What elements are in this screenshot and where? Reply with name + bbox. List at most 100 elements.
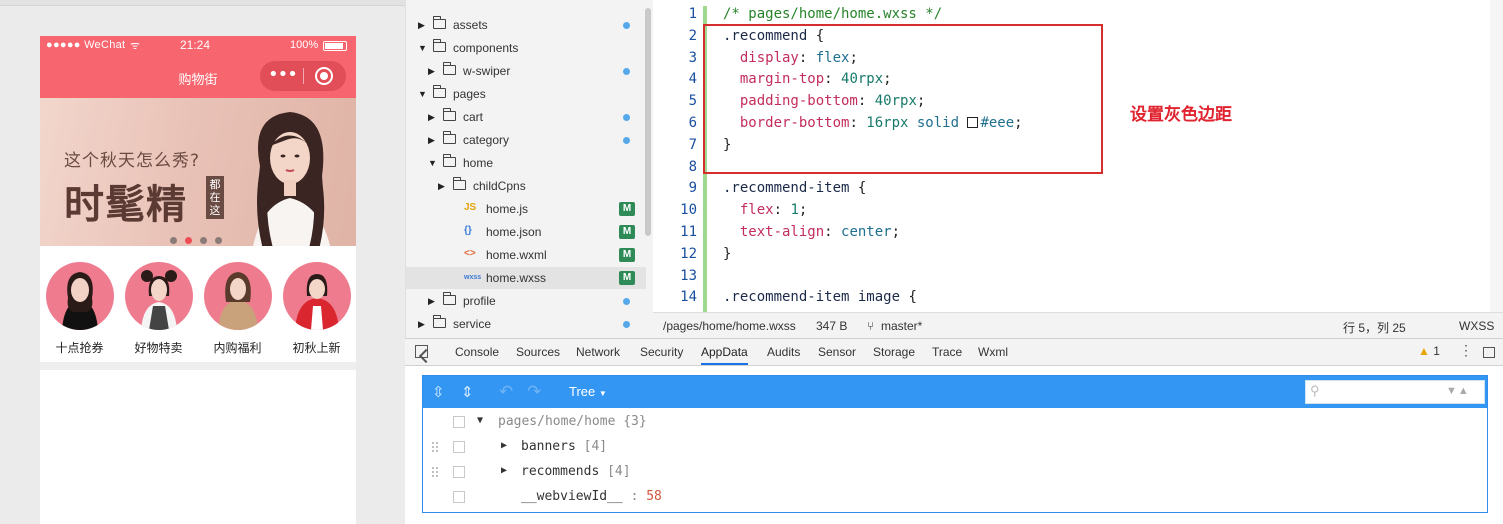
data-value[interactable]: 58 [646, 489, 662, 504]
row-checkbox[interactable] [453, 466, 465, 478]
recommend-avatar[interactable] [282, 262, 351, 330]
root-key: pages/home/home [498, 414, 616, 429]
code-line[interactable]: 11 text-align: center; [653, 224, 1483, 246]
folder-item[interactable]: ▼ home [406, 152, 646, 174]
code-token: .recommend-item [723, 180, 858, 197]
code-token: { [908, 289, 917, 306]
tab-console[interactable]: Console [455, 345, 499, 359]
search-nav-arrows[interactable]: ▼▲ [1446, 385, 1470, 397]
banner-dot-active[interactable] [185, 237, 192, 244]
warning-icon: ▲ [1418, 344, 1430, 358]
expand-toggle-icon[interactable]: ▼ [477, 415, 483, 426]
tree-row[interactable]: __webviewId__ : 58 [423, 485, 1487, 510]
code-line[interactable]: 12} [653, 246, 1483, 268]
folder-item[interactable]: ▶ childCpns [406, 175, 646, 197]
line-number: 12 [680, 245, 697, 262]
language-mode[interactable]: WXSS [1459, 319, 1494, 333]
folder-item[interactable]: ▼ components [406, 37, 646, 59]
chevron-right-icon[interactable]: ▶ [428, 112, 435, 123]
drag-handle-icon[interactable] [431, 466, 439, 478]
tab-wxml[interactable]: Wxml [978, 345, 1008, 359]
inspect-element-icon[interactable] [415, 345, 428, 358]
tab-trace[interactable]: Trace [932, 345, 962, 359]
file-item[interactable]: {} home.json M [406, 221, 646, 243]
row-checkbox[interactable] [453, 416, 465, 428]
recommend-item[interactable]: 好物特卖 [119, 262, 198, 356]
recommend-item[interactable]: 内购福利 [198, 262, 277, 356]
appdata-toolbar: ⇳ ⇕ ↶ ↷ Tree ▼ ⚲ ▼▲ [423, 376, 1487, 408]
chevron-down-icon[interactable]: ▼ [418, 43, 427, 53]
more-icon[interactable]: ••• [268, 64, 298, 85]
tab-audits[interactable]: Audits [767, 345, 800, 359]
code-line[interactable]: 9 .recommend-item { [653, 180, 1483, 202]
code-line[interactable]: 10 flex: 1; [653, 202, 1483, 224]
chevron-right-icon[interactable]: ▶ [428, 135, 435, 146]
tab-storage[interactable]: Storage [873, 345, 915, 359]
folder-item[interactable]: ▶ service [406, 313, 646, 335]
file-tree-scrollbar[interactable] [645, 8, 651, 236]
banner-swiper[interactable]: 这个秋天怎么秀? 时髦精 都在这 [40, 98, 356, 246]
folder-item[interactable]: ▶ cart [406, 106, 646, 128]
chevron-down-icon[interactable]: ▼ [418, 89, 427, 99]
banner-indicator [170, 229, 230, 246]
code-line[interactable]: 13 [653, 268, 1483, 290]
view-mode-dropdown[interactable]: Tree ▼ [569, 384, 607, 399]
file-item[interactable]: JS home.js M [406, 198, 646, 220]
recommend-avatar[interactable] [124, 262, 193, 330]
redo-icon[interactable]: ↷ [527, 382, 541, 402]
tab-network[interactable]: Network [576, 345, 620, 359]
recommend-item[interactable]: 十点抢券 [40, 262, 119, 356]
warning-counter[interactable]: ▲ 1 [1418, 344, 1440, 358]
row-checkbox[interactable] [453, 491, 465, 503]
banner-dot[interactable] [200, 237, 207, 244]
expand-all-icon[interactable]: ⇕ [461, 383, 474, 401]
tree-row[interactable]: ▶ recommends [4] [423, 460, 1487, 485]
folder-item[interactable]: ▼ pages [406, 83, 646, 105]
tree-row[interactable]: ▶ banners [4] [423, 435, 1487, 460]
chevron-right-icon[interactable]: ▶ [428, 296, 435, 307]
chevron-down-icon[interactable]: ▼ [428, 158, 437, 168]
recommend-label: 内购福利 [213, 341, 262, 355]
file-type-icon: <> [464, 248, 476, 259]
recommend-item[interactable]: 初秋上新 [277, 262, 356, 356]
chevron-right-icon[interactable]: ▶ [418, 319, 425, 330]
file-item[interactable]: wxss home.wxss M [406, 267, 646, 289]
capsule-menu[interactable]: ••• [260, 61, 346, 91]
folder-item[interactable]: ▶ category [406, 129, 646, 151]
file-item[interactable]: <> home.wxml M [406, 244, 646, 266]
data-key: recommends [521, 464, 600, 479]
tab-sensor[interactable]: Sensor [818, 345, 856, 359]
modified-dot [623, 68, 630, 75]
tree-row[interactable]: ▼ pages/home/home {3} [423, 410, 1487, 435]
expand-toggle-icon[interactable]: ▶ [501, 440, 507, 451]
editor-scrollbar[interactable] [1490, 0, 1503, 312]
tab-appdata[interactable]: AppData [701, 345, 748, 365]
expand-toggle-icon[interactable]: ▶ [501, 465, 507, 476]
code-token: : [824, 224, 842, 240]
recommend-avatar[interactable] [45, 262, 114, 330]
tab-security[interactable]: Security [640, 345, 683, 359]
tab-sources[interactable]: Sources [516, 345, 560, 359]
banner-dot[interactable] [170, 237, 177, 244]
drag-handle-icon[interactable] [431, 441, 439, 453]
chevron-right-icon[interactable]: ▶ [418, 20, 425, 31]
undo-icon[interactable]: ↶ [499, 382, 513, 402]
git-branch[interactable]: master* [881, 319, 922, 333]
chevron-right-icon[interactable]: ▶ [438, 181, 445, 192]
row-checkbox[interactable] [453, 441, 465, 453]
cursor-position[interactable]: 行 5，列 25 [1343, 319, 1406, 336]
banner-dot[interactable] [215, 237, 222, 244]
collapse-all-icon[interactable]: ⇳ [432, 383, 445, 401]
more-options-icon[interactable]: ⋮ [1459, 342, 1473, 359]
code-line[interactable]: 14 .recommend-item image { [653, 289, 1483, 311]
modified-dot [623, 22, 630, 29]
chevron-right-icon[interactable]: ▶ [428, 66, 435, 77]
appdata-search-input[interactable]: ⚲ ▼▲ [1305, 380, 1485, 404]
recommend-avatar[interactable] [203, 262, 272, 330]
close-target-icon[interactable] [315, 67, 333, 85]
folder-item[interactable]: ▶ assets [406, 14, 646, 36]
folder-item[interactable]: ▶ w-swiper [406, 60, 646, 82]
line-number: 9 [688, 180, 697, 197]
dock-side-icon[interactable] [1483, 347, 1495, 358]
folder-item[interactable]: ▶ profile [406, 290, 646, 312]
